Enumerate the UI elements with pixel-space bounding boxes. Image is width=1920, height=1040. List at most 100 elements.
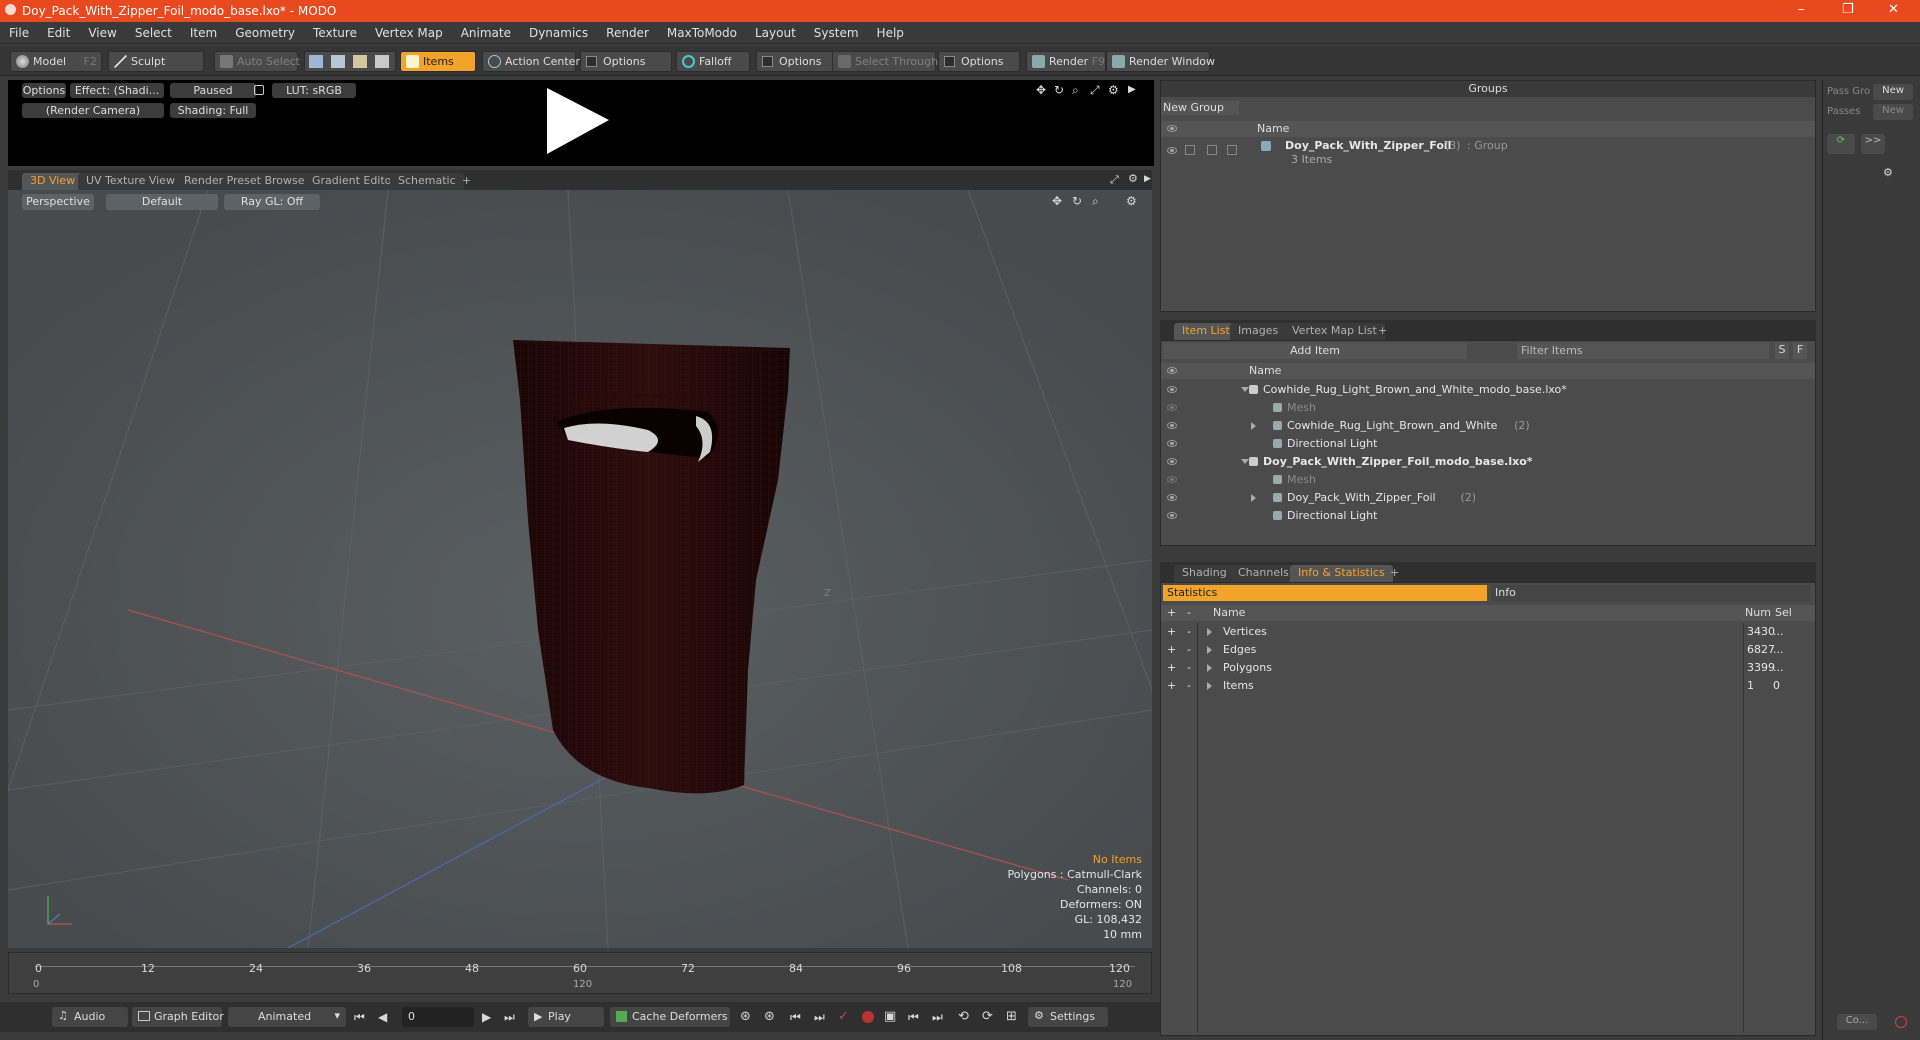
snap-icon[interactable]: ⊞ [1006,1009,1017,1024]
stats-row[interactable]: + - Edges 6827... [1161,641,1801,659]
perspective-dropdown[interactable]: Perspective [22,194,94,210]
stats-row[interactable]: + - Items 1 0 [1161,677,1801,695]
step-forward-icon[interactable]: ▶ [482,1010,491,1024]
key-selected-icon[interactable]: ▣ [884,1009,896,1024]
polygons-mode-icon[interactable] [353,55,367,68]
3d-viewport[interactable]: Perspective Default Ray GL: Off ✥ ↻ ⌕ ⚙ … [8,190,1152,948]
menu-render[interactable]: Render [597,22,658,40]
expand-icon[interactable]: ⤢ [1110,173,1119,187]
name-column-header[interactable]: Name [1249,364,1281,377]
menu-edit[interactable]: Edit [38,22,79,40]
refresh-icon[interactable]: ⟳ [1827,134,1855,154]
stop-icon[interactable] [1895,1016,1907,1028]
menu-dynamics[interactable]: Dynamics [520,22,597,40]
eye-icon[interactable] [1167,440,1177,447]
item-list-row[interactable]: Doy_Pack_With_Zipper_Foil (2) [1161,489,1801,507]
eye-icon[interactable] [1167,125,1177,132]
gear-icon[interactable]: ⚙ [1883,166,1893,179]
collapse-triangle-icon[interactable] [1251,494,1256,502]
loop-icon[interactable]: ⟲ [958,1009,969,1024]
num-column-header[interactable]: Num [1745,606,1771,619]
action-center-options-button[interactable]: Options [580,51,672,72]
plus-icon[interactable]: + [1167,661,1176,674]
minimize-button[interactable]: – [1798,2,1805,17]
tab-render-preset-browser[interactable]: Render Preset Browser [176,173,318,190]
arrow-right-icon[interactable]: ▶ [1128,84,1136,95]
eye-icon[interactable] [1167,404,1177,411]
menu-item[interactable]: Item [181,22,226,40]
select-toggle-icon[interactable] [1227,145,1237,155]
render-window-button[interactable]: Render Window [1106,51,1215,72]
select-through-button[interactable]: Select Through [832,51,938,72]
lock-icon[interactable] [254,85,264,95]
s-toggle-button[interactable]: S [1775,343,1789,359]
eye-icon[interactable] [1167,458,1177,465]
expand-icon[interactable]: ⤢ [1090,83,1100,98]
item-list-row[interactable]: Directional Light [1161,435,1801,453]
eye-icon[interactable] [1167,512,1177,519]
shading-dropdown[interactable]: Shading: Full [170,103,256,118]
render-button[interactable]: Render F9 [1026,51,1106,72]
stats-row[interactable]: + - Polygons 3399... [1161,659,1801,677]
render-camera-dropdown[interactable]: (Render Camera) [22,103,164,118]
item-list-row[interactable]: Cowhide_Rug_Light_Brown_and_White (2) [1161,417,1801,435]
items-mode-button[interactable]: Items [400,51,476,72]
collapse-triangle-icon[interactable] [1251,422,1256,430]
more-button[interactable]: >> [1861,134,1885,154]
item-list-row[interactable]: Mesh [1161,471,1801,489]
frame-input[interactable]: 0 [402,1007,474,1027]
paused-button[interactable]: Paused [170,83,256,98]
cache-deformers-button[interactable]: Cache Deformers [610,1007,730,1027]
minus-icon[interactable]: - [1187,679,1191,692]
next-key-icon[interactable]: ⏭ [814,1010,825,1025]
graph-editor-button[interactable]: Graph Editor [132,1007,224,1027]
eye-icon[interactable] [1167,494,1177,501]
tab-channels[interactable]: Channels [1230,565,1297,582]
minus-icon[interactable]: - [1187,606,1191,619]
lut-dropdown[interactable]: LUT: sRGB [272,83,356,98]
key-icon[interactable]: ⊛ [740,1009,751,1024]
tab-shading[interactable]: Shading [1174,565,1235,582]
sync-icon[interactable]: ⟳ [982,1009,993,1024]
minus-icon[interactable]: - [1187,643,1191,656]
arrow-right-icon[interactable]: ▶ [1144,174,1151,184]
prev-frame-icon[interactable]: ⏮ [908,1010,919,1025]
add-tab-button[interactable]: + [454,173,479,190]
menu-animate[interactable]: Animate [452,22,520,40]
expand-triangle-icon[interactable] [1207,664,1212,672]
tab-item-list[interactable]: Item List [1174,323,1238,340]
zoom-icon[interactable]: ⌕ [1092,194,1099,209]
filter-items-input[interactable]: Filter Items [1517,343,1769,359]
f-toggle-button[interactable]: F [1793,343,1807,359]
menu-geometry[interactable]: Geometry [226,22,304,40]
item-list-row[interactable]: Doy_Pack_With_Zipper_Foil_modo_base.lxo* [1161,453,1801,471]
menu-help[interactable]: Help [868,22,913,40]
auto-select-button[interactable]: Auto Select [214,51,300,72]
add-tab-button[interactable]: + [1370,323,1395,340]
tab-info-statistics[interactable]: Info & Statistics [1290,565,1393,582]
stats-row[interactable]: + - Vertices 3430... [1161,623,1801,641]
info-tab[interactable]: Info [1491,585,1811,601]
new-pass-button[interactable]: New [1873,104,1913,120]
key-all-icon[interactable]: ⊛ [764,1009,775,1024]
menu-select[interactable]: Select [126,22,181,40]
item-list-row[interactable]: Directional Light [1161,507,1801,525]
auto-key-icon[interactable]: ✓ [838,1009,849,1024]
expand-triangle-icon[interactable] [1207,646,1212,654]
rotate-icon[interactable]: ↻ [1072,194,1082,208]
timeline[interactable]: 0 12 24 36 48 60 72 84 96 108 120 0 120 … [8,952,1152,994]
prev-key-icon[interactable]: ⏮ [790,1010,801,1025]
render-toggle-icon[interactable] [1185,145,1195,155]
settings-button[interactable]: ⚙ Settings [1028,1007,1108,1027]
materials-mode-icon[interactable] [375,55,389,68]
skip-start-icon[interactable]: ⏮ [354,1010,365,1025]
menu-maxtomodo[interactable]: MaxToModo [658,22,746,40]
falloff-options-button[interactable]: Options [756,51,836,72]
skip-end-icon[interactable]: ⏭ [504,1010,515,1025]
restore-button[interactable]: ❐ [1842,2,1854,17]
play-preview-icon[interactable] [545,86,611,156]
name-column-header[interactable]: Name [1257,122,1289,135]
rotate-icon[interactable]: ↻ [1054,83,1064,97]
select-through-options-button[interactable]: Options [938,51,1020,72]
lock-toggle-icon[interactable] [1207,145,1217,155]
